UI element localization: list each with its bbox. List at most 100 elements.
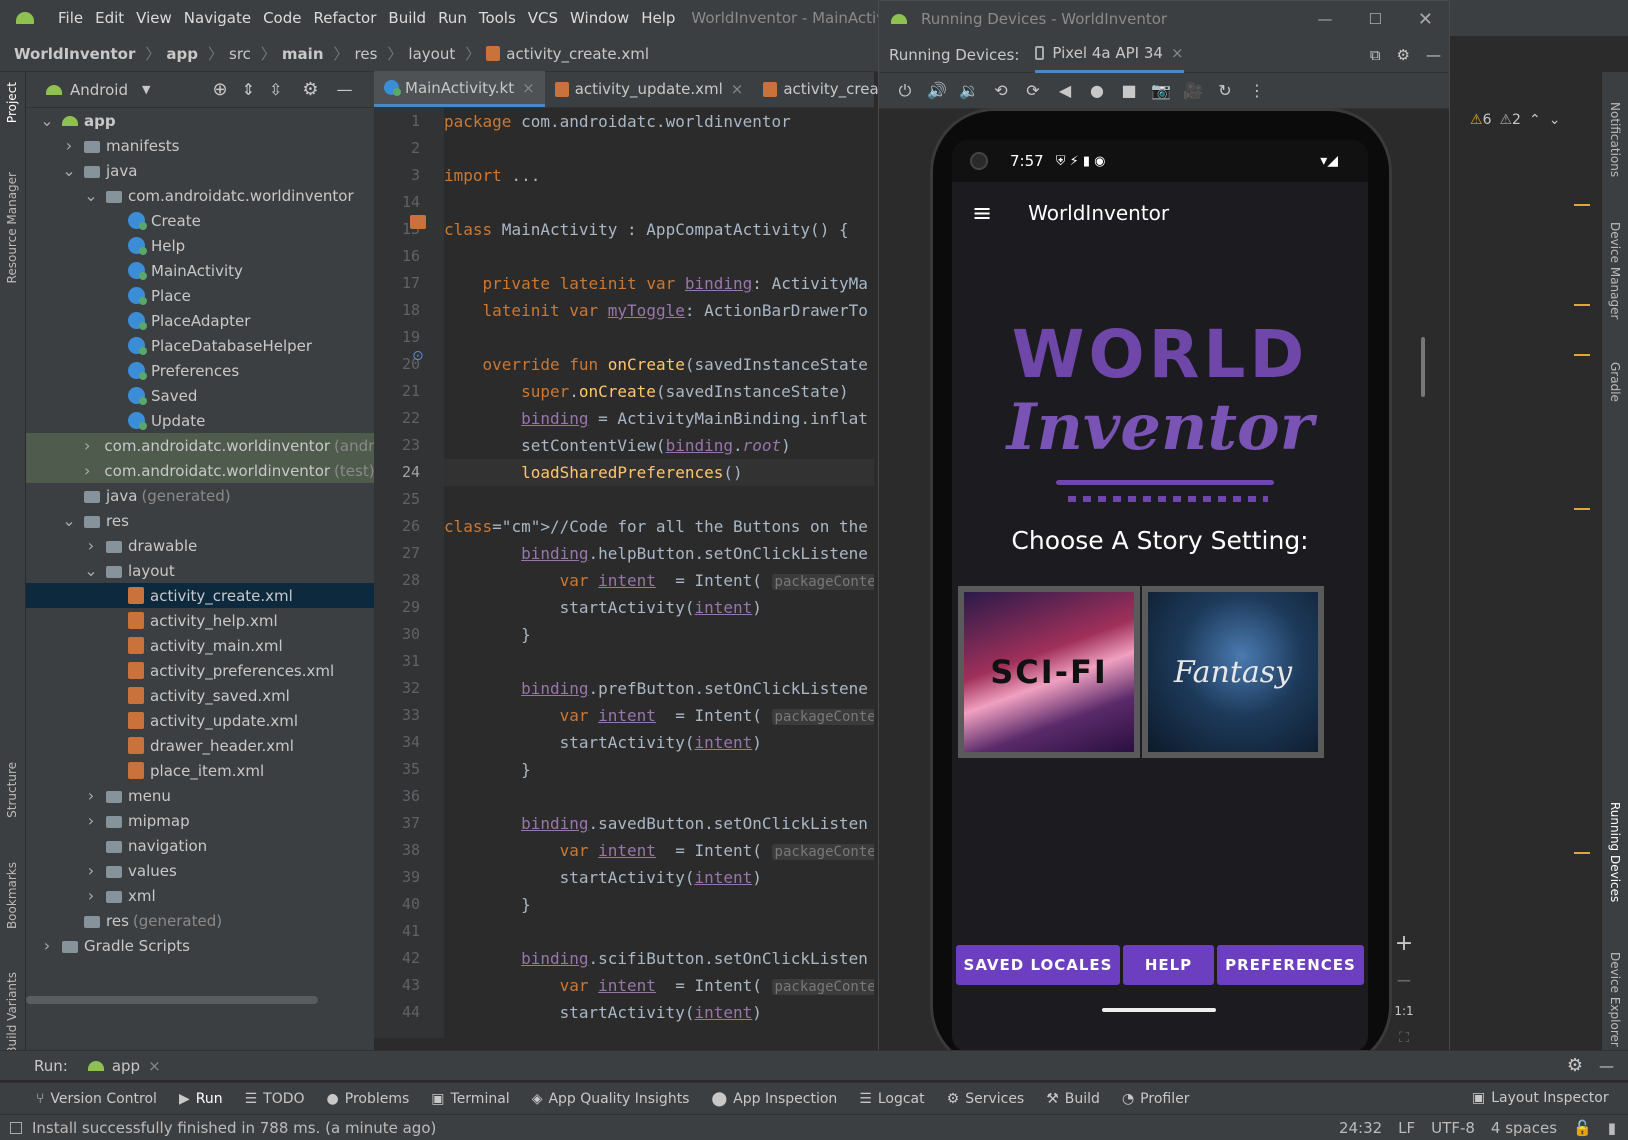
tree-item[interactable]: ⌄ layout <box>26 558 374 583</box>
inspection-widget[interactable]: ⚠6 ⚠2 ⌃ ⌄ <box>1470 112 1560 128</box>
lock-icon[interactable]: 🔓 <box>1573 1119 1592 1137</box>
menu-tools[interactable]: Tools <box>473 9 522 27</box>
gear-icon[interactable]: ⚙ <box>1567 1055 1583 1076</box>
run-config-tab[interactable]: app × <box>87 1057 161 1075</box>
volume-up-icon[interactable]: 🔊 <box>921 81 953 100</box>
tool-window-device-manager[interactable]: Device Manager <box>1608 222 1622 319</box>
tree-item[interactable]: PlaceAdapter <box>26 308 374 333</box>
close-icon[interactable]: × <box>522 79 535 97</box>
tree-item[interactable]: activity_help.xml <box>26 608 374 633</box>
menu-navigate[interactable]: Navigate <box>178 9 257 27</box>
chevron-up-icon[interactable]: ⌃ <box>1529 112 1541 128</box>
tree-item[interactable]: › menu <box>26 783 374 808</box>
class-marker-icon[interactable] <box>410 215 426 229</box>
tree-item[interactable]: › manifests <box>26 133 374 158</box>
tree-item[interactable]: Preferences <box>26 358 374 383</box>
chevron-right-icon[interactable]: › <box>84 436 90 455</box>
warning-stripe[interactable] <box>1574 304 1590 306</box>
chevron-down-icon[interactable]: ⌄ <box>1549 112 1561 128</box>
status-icon[interactable] <box>10 1121 22 1134</box>
tool-todo[interactable]: ☰ TODO <box>245 1091 305 1107</box>
tree-item[interactable]: ⌄ app <box>26 108 374 133</box>
chevron-down-icon[interactable]: ⌄ <box>84 186 98 205</box>
power-icon[interactable]: ⏻ <box>889 81 921 101</box>
tree-item[interactable]: › com.androidatc.worldinventor (test) <box>26 458 375 483</box>
gear-icon[interactable]: ⚙ <box>302 79 318 100</box>
warning-stripe[interactable] <box>1574 204 1590 206</box>
tree-item[interactable]: res (generated) <box>26 908 374 933</box>
locate-icon[interactable]: ⊕ <box>212 79 227 100</box>
tool-window-gradle[interactable]: Gradle <box>1608 362 1622 402</box>
more-icon[interactable]: ⋮ <box>1241 81 1273 100</box>
chevron-right-icon[interactable]: › <box>84 861 98 880</box>
layout-inspector-button[interactable]: ▣ Layout Inspector <box>1472 1090 1609 1106</box>
chevron-right-icon[interactable]: › <box>84 536 98 555</box>
tool-run[interactable]: ▶ Run <box>179 1091 223 1107</box>
fantasy-button[interactable]: Fantasy <box>1142 586 1324 758</box>
layout-icon[interactable]: ⧉ <box>1370 46 1381 64</box>
tree-item[interactable]: activity_create.xml <box>26 583 374 608</box>
caret-position[interactable]: 24:32 <box>1339 1119 1382 1137</box>
warning-stripe[interactable] <box>1574 852 1590 854</box>
expand-all-icon[interactable]: ⇕ <box>242 80 255 99</box>
tree-item[interactable]: PlaceDatabaseHelper <box>26 333 374 358</box>
device-tab[interactable]: Pixel 4a API 34 × <box>1035 37 1184 73</box>
zoom-out-icon[interactable]: − <box>1396 968 1413 992</box>
chevron-down-icon[interactable]: ⌄ <box>62 161 76 180</box>
tree-item[interactable]: › com.androidatc.worldinventor (andro <box>26 433 383 458</box>
tool-profiler[interactable]: ◔ Profiler <box>1122 1091 1190 1107</box>
tree-item[interactable]: Create <box>26 208 374 233</box>
record-icon[interactable]: 🎥 <box>1177 81 1209 100</box>
minimize-icon[interactable]: — <box>1599 1057 1614 1075</box>
minimize-icon[interactable]: — <box>337 80 353 99</box>
warning-stripe[interactable] <box>1574 354 1590 356</box>
chevron-down-icon[interactable]: ⌄ <box>62 511 76 530</box>
project-view-selector[interactable]: Android <box>70 81 128 99</box>
breadcrumb-item[interactable]: layout <box>408 45 455 63</box>
snapshot-icon[interactable]: ↻ <box>1209 81 1241 100</box>
tree-item[interactable]: › mipmap <box>26 808 374 833</box>
zoom-actual-button[interactable]: 1:1 <box>1394 1004 1413 1018</box>
close-window-icon[interactable]: ✕ <box>1418 9 1433 30</box>
tree-item[interactable]: navigation <box>26 833 374 858</box>
tree-item[interactable]: Place <box>26 283 374 308</box>
tool-window-device-explorer[interactable]: Device Explorer <box>1608 952 1622 1047</box>
zoom-fit-icon[interactable]: ⛶ <box>1399 1030 1409 1046</box>
menu-window[interactable]: Window <box>564 9 635 27</box>
menu-icon[interactable]: ≡ <box>972 199 992 227</box>
volume-down-icon[interactable]: 🔉 <box>953 81 985 100</box>
chevron-down-icon[interactable]: ▼ <box>142 83 150 96</box>
menu-code[interactable]: Code <box>257 9 307 27</box>
home-icon[interactable]: ● <box>1081 81 1113 100</box>
home-indicator[interactable] <box>1102 1008 1216 1012</box>
tree-item[interactable]: activity_saved.xml <box>26 683 374 708</box>
tool-build[interactable]: ⚒ Build <box>1046 1091 1100 1107</box>
chevron-right-icon[interactable]: › <box>84 461 90 480</box>
code-editor[interactable]: package com.androidatc.worldinventor impo… <box>444 108 874 1038</box>
chevron-right-icon[interactable]: › <box>84 811 98 830</box>
tree-item[interactable]: Saved <box>26 383 374 408</box>
tree-item[interactable]: Update <box>26 408 374 433</box>
close-icon[interactable]: × <box>731 80 744 98</box>
chevron-right-icon[interactable]: › <box>84 886 98 905</box>
chevron-right-icon[interactable]: › <box>40 936 54 955</box>
tree-item[interactable]: ⌄ res <box>26 508 374 533</box>
menu-refactor[interactable]: Refactor <box>307 9 382 27</box>
tool-window-build-variants[interactable]: Build Variants <box>5 972 19 1055</box>
tree-item[interactable]: › values <box>26 858 374 883</box>
tool-logcat[interactable]: ☰ Logcat <box>859 1091 924 1107</box>
tree-item[interactable]: drawer_header.xml <box>26 733 374 758</box>
tree-item[interactable]: › Gradle Scripts <box>26 933 374 958</box>
warning-stripe[interactable] <box>1574 508 1590 510</box>
tool-version-control[interactable]: ⑂ Version Control <box>36 1091 157 1107</box>
tree-item[interactable]: › drawable <box>26 533 374 558</box>
minimize-window-icon[interactable]: — <box>1317 10 1332 28</box>
scifi-button[interactable]: SCI-FI <box>958 586 1140 758</box>
close-icon[interactable]: × <box>148 1057 161 1075</box>
line-separator[interactable]: LF <box>1398 1119 1415 1137</box>
tree-item[interactable]: ⌄ com.androidatc.worldinventor <box>26 183 374 208</box>
tool-window-bookmarks[interactable]: Bookmarks <box>5 862 19 929</box>
tree-item[interactable]: Help <box>26 233 374 258</box>
tree-item[interactable]: place_item.xml <box>26 758 374 783</box>
tool-problems[interactable]: ● Problems <box>327 1091 410 1107</box>
